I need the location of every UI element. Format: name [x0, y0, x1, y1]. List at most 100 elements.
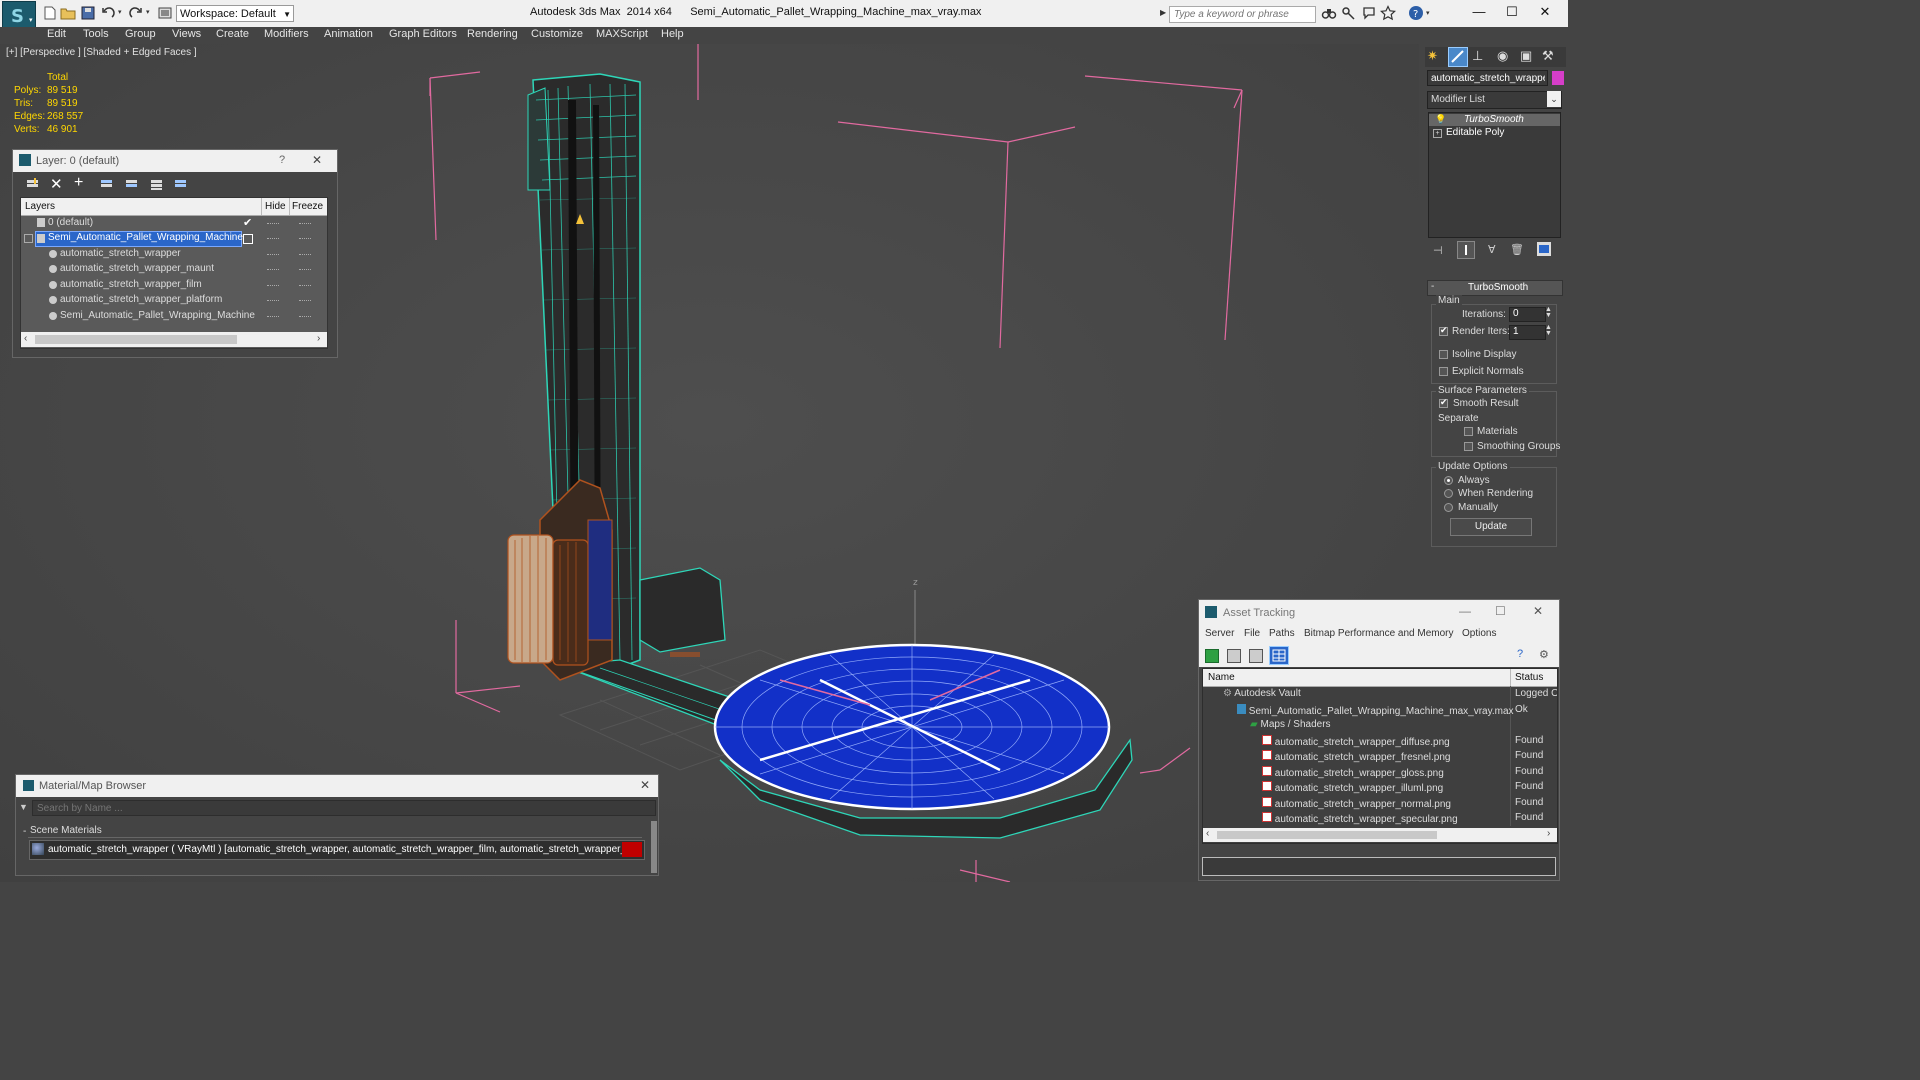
maximize-button[interactable]: ☐: [1497, 4, 1527, 22]
asset-row[interactable]: Semi_Automatic_Pallet_Wrapping_Machine_m…: [1237, 704, 1514, 719]
lightbulb-icon[interactable]: 💡: [1435, 114, 1446, 125]
menu-rendering[interactable]: Rendering: [467, 28, 518, 40]
menu-create[interactable]: Create: [216, 28, 249, 40]
asset-row[interactable]: automatic_stretch_wrapper_fresnel.png: [1262, 750, 1450, 765]
create-layer-icon[interactable]: [25, 177, 41, 191]
utilities-tab-icon[interactable]: ⚒: [1542, 48, 1554, 64]
asset-row[interactable]: automatic_stretch_wrapper_illuml.png: [1262, 781, 1443, 796]
object-row[interactable]: automatic_stretch_wrapper_platform: [21, 293, 327, 308]
asset-path-field[interactable]: [1202, 857, 1556, 876]
pin-stack-icon[interactable]: ⊣: [1433, 244, 1443, 257]
menu-server[interactable]: Server: [1205, 628, 1234, 639]
minimize-button[interactable]: —: [1459, 604, 1471, 618]
close-panel-button[interactable]: ✕: [640, 778, 650, 792]
help-icon[interactable]: ?: [1517, 648, 1523, 660]
menu-bitmap-performance[interactable]: Bitmap Performance and Memory: [1304, 628, 1454, 639]
stack-item-editable-poly[interactable]: + Editable Poly: [1429, 127, 1560, 139]
horizontal-scrollbar[interactable]: ‹ ›: [1203, 828, 1557, 842]
hide-toggle[interactable]: [267, 316, 279, 318]
table-view-icon[interactable]: [1269, 646, 1289, 665]
binoculars-icon[interactable]: [1321, 5, 1337, 21]
close-panel-button[interactable]: ✕: [1533, 604, 1543, 618]
spinner-arrows-icon[interactable]: ▲ ▼: [1545, 324, 1552, 337]
workspace-select[interactable]: Workspace: Default ▼: [176, 5, 294, 22]
asset-row[interactable]: automatic_stretch_wrapper_normal.png: [1262, 797, 1451, 812]
delete-layer-icon[interactable]: ✕: [50, 175, 63, 193]
freeze-toggle[interactable]: [299, 285, 311, 287]
menu-options[interactable]: Options: [1462, 628, 1496, 639]
display-tab-icon[interactable]: ▣: [1520, 48, 1532, 64]
col-name[interactable]: Name: [1208, 672, 1235, 683]
list-view-icon[interactable]: [1227, 649, 1241, 663]
vertical-scrollbar[interactable]: [651, 821, 657, 873]
save-icon[interactable]: [80, 5, 96, 21]
scroll-left-icon[interactable]: ‹: [24, 333, 27, 344]
highlight-layer-icon[interactable]: [124, 177, 140, 191]
help-dropdown-icon[interactable]: ▾: [1426, 9, 1430, 17]
scroll-right-icon[interactable]: ›: [1547, 828, 1550, 839]
horizontal-scrollbar[interactable]: ‹ ›: [21, 332, 327, 347]
open-folder-icon[interactable]: [60, 5, 76, 21]
hide-toggle[interactable]: [267, 223, 279, 225]
undo-dropdown-icon[interactable]: ▾: [118, 8, 122, 16]
object-row[interactable]: automatic_stretch_wrapper_film: [21, 278, 327, 293]
add-to-layer-icon[interactable]: +: [74, 174, 83, 192]
remove-modifier-icon[interactable]: 🗑: [1510, 243, 1524, 256]
help-icon[interactable]: ?: [1408, 5, 1424, 21]
menu-help[interactable]: Help: [661, 28, 684, 40]
settings-icon[interactable]: ⚙: [1539, 648, 1549, 661]
object-color-swatch[interactable]: [1552, 71, 1564, 85]
spinner-arrows-icon[interactable]: ▲ ▼: [1545, 306, 1552, 319]
motion-tab-icon[interactable]: ◉: [1497, 48, 1508, 64]
scroll-right-icon[interactable]: ›: [317, 333, 320, 344]
freeze-toggle[interactable]: [299, 316, 311, 318]
object-row[interactable]: Semi_Automatic_Pallet_Wrapping_Machine: [21, 309, 327, 324]
minimize-button[interactable]: —: [1464, 4, 1494, 22]
hide-all-layers-icon[interactable]: [149, 177, 165, 191]
rollout-header[interactable]: - TurboSmooth: [1427, 280, 1563, 296]
hide-toggle[interactable]: [267, 300, 279, 302]
close-panel-button[interactable]: ✕: [312, 153, 322, 167]
freeze-toggle[interactable]: [299, 269, 311, 271]
scrollbar-thumb[interactable]: [1217, 831, 1437, 839]
close-window-button[interactable]: ✕: [1530, 4, 1560, 22]
object-row[interactable]: automatic_stretch_wrapper_maunt: [21, 262, 327, 277]
render-iters-checkbox[interactable]: [1439, 325, 1448, 336]
redo-icon[interactable]: [128, 5, 144, 21]
refresh-icon[interactable]: [1205, 649, 1219, 663]
freeze-toggle[interactable]: [299, 300, 311, 302]
current-layer-box[interactable]: [243, 234, 253, 244]
project-folder-icon[interactable]: [157, 5, 173, 21]
help-button[interactable]: ?: [279, 154, 285, 166]
chevron-down-icon[interactable]: ⌄: [1547, 91, 1561, 107]
asset-row[interactable]: ▰ Maps / Shaders: [1250, 719, 1331, 734]
stack-item-turbosmooth[interactable]: 💡 TurboSmooth: [1429, 114, 1560, 126]
freeze-toggle[interactable]: [299, 254, 311, 256]
smoothing-groups-checkbox[interactable]: [1464, 442, 1473, 451]
redo-dropdown-icon[interactable]: ▾: [146, 8, 150, 16]
object-name-field[interactable]: [1427, 70, 1548, 86]
collapse-toggle[interactable]: -: [23, 826, 26, 837]
scrollbar-thumb[interactable]: [35, 335, 237, 344]
explicit-normals-checkbox[interactable]: [1439, 367, 1448, 376]
asset-tracking-titlebar[interactable]: Asset Tracking — ☐ ✕: [1199, 600, 1559, 625]
new-file-icon[interactable]: [42, 5, 58, 21]
freeze-all-layers-icon[interactable]: [173, 177, 189, 191]
menu-paths[interactable]: Paths: [1269, 628, 1295, 639]
hide-toggle[interactable]: [267, 254, 279, 256]
browser-options-icon[interactable]: ▼: [19, 802, 28, 812]
material-browser-titlebar[interactable]: Material/Map Browser ✕: [16, 775, 658, 797]
asset-row[interactable]: ⚙ Autodesk Vault: [1223, 688, 1301, 703]
favorites-star-icon[interactable]: [1379, 5, 1397, 21]
asset-row[interactable]: automatic_stretch_wrapper_diffuse.png: [1262, 735, 1450, 750]
freeze-toggle[interactable]: [299, 223, 311, 225]
iterations-spinner[interactable]: 0: [1509, 307, 1546, 322]
isoline-display-checkbox[interactable]: [1439, 350, 1448, 359]
layer-panel-titlebar[interactable]: Layer: 0 (default) ? ✕: [13, 150, 337, 172]
scene-materials-section[interactable]: Scene Materials: [30, 825, 102, 836]
search-input[interactable]: [1169, 6, 1316, 23]
maximize-button[interactable]: ☐: [1495, 604, 1506, 618]
expand-toggle[interactable]: +: [1433, 129, 1442, 138]
asset-row[interactable]: automatic_stretch_wrapper_specular.png: [1262, 812, 1458, 827]
menu-modifiers[interactable]: Modifiers: [264, 28, 309, 40]
